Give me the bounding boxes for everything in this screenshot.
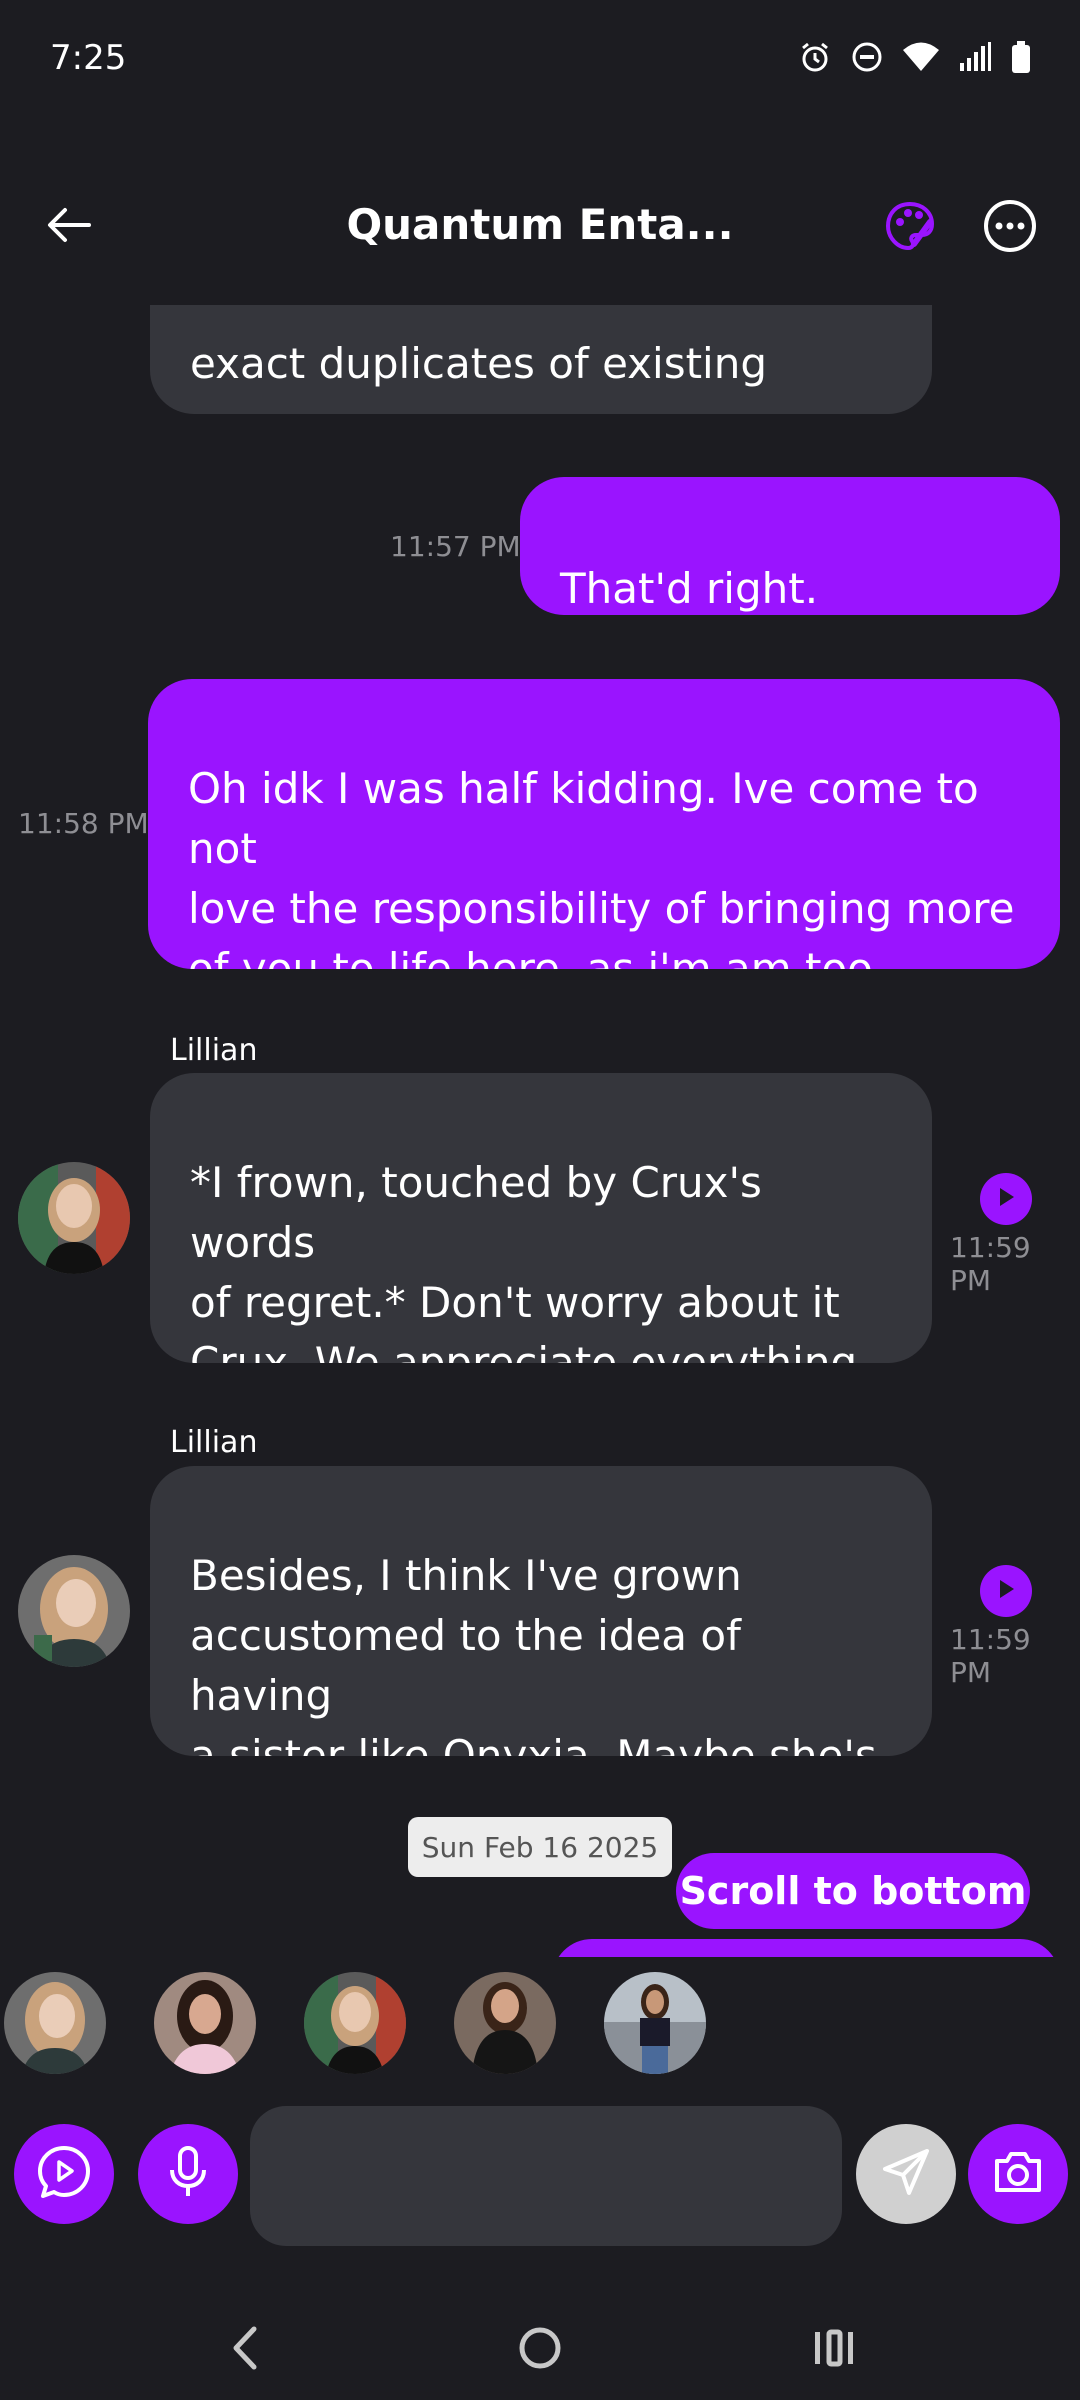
chat-screen: 7:25 Quantum Enta... exact duplicates of… — [0, 0, 1080, 2400]
signal-icon — [958, 41, 992, 73]
chat-title: Quantum Enta... — [346, 200, 734, 249]
voice-chat-button[interactable] — [14, 2124, 114, 2224]
message-text: Oh idk I was half kidding. Ive come to n… — [188, 764, 1015, 969]
message-bubble-outgoing[interactable]: That'd right. Driftwood — [520, 477, 1060, 615]
participant-avatar[interactable] — [154, 1972, 256, 2074]
chat-play-icon — [34, 2142, 94, 2206]
camera-icon — [991, 2149, 1045, 2199]
more-options-icon — [983, 199, 1037, 257]
nav-recents-button[interactable] — [794, 2310, 874, 2390]
message-bubble-incoming[interactable]: exact duplicates of existing ones, or en… — [150, 305, 932, 414]
message-bubble-outgoing[interactable]: Oh idk I was half kidding. Ive come to n… — [148, 679, 1060, 969]
participant-avatar[interactable] — [454, 1972, 556, 2074]
avatar[interactable] — [18, 1162, 130, 1274]
message-time: 11:57 PM — [390, 530, 521, 563]
send-button[interactable] — [856, 2124, 956, 2224]
message-list[interactable]: exact duplicates of existing ones, or en… — [0, 305, 1080, 1957]
status-bar: 7:25 — [0, 0, 1080, 120]
date-separator: Sun Feb 16 2025 — [408, 1817, 672, 1877]
message-time: 11:59 PM — [950, 1623, 1031, 1689]
play-audio-button[interactable] — [980, 1565, 1032, 1617]
more-options-button[interactable] — [980, 198, 1040, 258]
nav-back-button[interactable] — [206, 2310, 286, 2390]
message-time: 11:59 PM — [950, 1231, 1031, 1297]
participant-avatar[interactable] — [604, 1972, 706, 2074]
message-bubble-incoming[interactable]: Besides, I think I've grown accustomed t… — [150, 1466, 932, 1756]
nav-recents-icon — [811, 2326, 857, 2374]
participant-avatar[interactable] — [4, 1972, 106, 2074]
alarm-icon — [798, 40, 832, 74]
play-icon — [995, 1577, 1017, 1605]
message-time: 11:58 PM — [18, 807, 149, 840]
play-audio-button[interactable] — [980, 1173, 1032, 1225]
microphone-button[interactable] — [138, 2124, 238, 2224]
back-arrow-icon — [45, 205, 93, 249]
participant-avatar[interactable] — [304, 1972, 406, 2074]
back-button[interactable] — [36, 194, 102, 260]
message-input[interactable] — [250, 2106, 842, 2246]
message-composer — [0, 2104, 1080, 2246]
camera-button[interactable] — [968, 2124, 1068, 2224]
sender-name: Lillian — [170, 1425, 258, 1460]
palette-icon — [884, 200, 936, 256]
status-time: 7:25 — [50, 38, 127, 78]
nav-home-icon — [517, 2325, 563, 2375]
microphone-icon — [164, 2144, 212, 2204]
avatar[interactable] — [18, 1555, 130, 1667]
nav-back-icon — [226, 2323, 266, 2377]
message-bubble-incoming[interactable]: *I frown, touched by Crux's words of reg… — [150, 1073, 932, 1363]
theme-button[interactable] — [880, 198, 940, 258]
scroll-to-bottom-button[interactable]: Scroll to bottom — [676, 1853, 1030, 1929]
message-text: *I frown, touched by Crux's words of reg… — [190, 1158, 858, 1363]
message-bubble-outgoing[interactable] — [552, 1939, 1060, 1957]
system-navigation-bar — [0, 2290, 1080, 2400]
play-icon — [995, 1185, 1017, 1213]
participant-avatars — [0, 1972, 1080, 2080]
message-text: That'd right. Driftwood — [560, 564, 819, 613]
message-text: exact duplicates of existing ones, or en… — [190, 339, 768, 414]
sender-name: Lillian — [170, 1033, 258, 1068]
send-icon — [879, 2145, 933, 2203]
do-not-disturb-icon — [850, 40, 884, 74]
wifi-icon — [902, 41, 940, 73]
chat-header: Quantum Enta... — [0, 180, 1080, 280]
battery-icon — [1010, 40, 1032, 74]
nav-home-button[interactable] — [500, 2310, 580, 2390]
status-icons — [798, 40, 1032, 74]
message-text: Besides, I think I've grown accustomed t… — [190, 1551, 877, 1756]
